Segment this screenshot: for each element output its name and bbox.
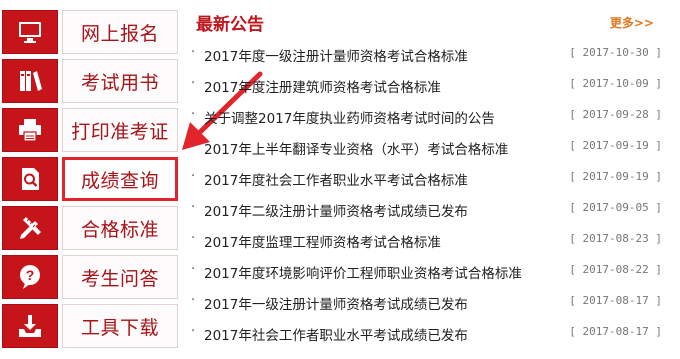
notice-item: · 2017年度社会工作者职业水平考试合格标准 [ 2017-09-19 ]	[190, 165, 670, 196]
nav-exam-books[interactable]: 考试用书	[2, 59, 178, 103]
bullet: ·	[191, 262, 196, 277]
notice-title-link[interactable]: 2017年社会工作者职业水平考试成绩已发布	[204, 324, 468, 344]
notice-title-link[interactable]: 2017年度社会工作者职业水平考试合格标准	[204, 169, 468, 189]
question-bubble-icon: ?	[2, 255, 58, 299]
nav-label: 工具下载	[62, 304, 178, 348]
nav-label: 成绩查询	[62, 157, 178, 201]
notice-date: [ 2017-08-23 ]	[569, 232, 662, 245]
notice-title-link[interactable]: 2017年度注册建筑师资格考试合格标准	[204, 76, 441, 96]
notice-title-link[interactable]: 2017年度环境影响评价工程师职业资格考试合格标准	[204, 262, 522, 282]
notice-date: [ 2017-09-05 ]	[569, 201, 662, 214]
pencil-ruler-icon	[2, 206, 58, 250]
nav-label: 网上报名	[62, 10, 178, 54]
nav-label: 考生问答	[62, 255, 178, 299]
monitor-icon	[2, 10, 58, 54]
section-title: 最新公告	[196, 15, 264, 35]
bullet: ·	[191, 293, 196, 308]
notice-date: [ 2017-09-19 ]	[569, 139, 662, 152]
nav-tool-download[interactable]: 工具下载	[2, 304, 178, 348]
bullet: ·	[191, 200, 196, 215]
notice-date: [ 2017-09-19 ]	[569, 170, 662, 183]
notice-date: [ 2017-08-17 ]	[569, 294, 662, 307]
bullet: ·	[191, 231, 196, 246]
notice-title-link[interactable]: 2017年上半年翻译专业资格（水平）考试合格标准	[204, 138, 508, 158]
notice-item: · 2017年一级注册计量师资格考试成绩已发布 [ 2017-08-17 ]	[190, 289, 670, 320]
nav-label: 打印准考证	[62, 108, 178, 152]
notice-item: · 2017年度监理工程师资格考试合格标准 [ 2017-08-23 ]	[190, 227, 670, 258]
bullet: ·	[191, 107, 196, 122]
nav-candidate-qa[interactable]: ? 考生问答	[2, 255, 178, 299]
notice-date: [ 2017-08-22 ]	[569, 263, 662, 276]
nav-online-registration[interactable]: 网上报名	[2, 10, 178, 54]
nav-label: 考试用书	[62, 59, 178, 103]
search-document-icon	[2, 157, 58, 201]
notice-date: [ 2017-09-28 ]	[569, 108, 662, 121]
notice-item: · 2017年度环境影响评价工程师职业资格考试合格标准 [ 2017-08-22 ]	[190, 258, 670, 289]
notice-date: [ 2017-08-17 ]	[569, 325, 662, 338]
notice-item: · 2017年社会工作者职业水平考试成绩已发布 [ 2017-08-17 ]	[190, 320, 670, 351]
notice-panel: 最新公告 更多>> · 2017年度一级注册计量师资格考试合格标准 [ 2017-1…	[190, 8, 670, 344]
printer-icon	[2, 108, 58, 152]
more-link[interactable]: 更多>>	[610, 14, 654, 31]
nav-print-admission[interactable]: 打印准考证	[2, 108, 178, 152]
bullet: ·	[191, 76, 196, 91]
bullet: ·	[191, 169, 196, 184]
notice-item: · 关于调整2017年度执业药师资格考试时间的公告 [ 2017-09-28 ]	[190, 103, 670, 134]
notice-date: [ 2017-10-09 ]	[569, 77, 662, 90]
svg-text:?: ?	[26, 267, 35, 283]
notice-title-link[interactable]: 2017年二级注册计量师资格考试成绩已发布	[204, 200, 468, 220]
notice-header: 最新公告 更多>>	[190, 8, 670, 36]
nav-pass-standard[interactable]: 合格标准	[2, 206, 178, 250]
bullet: ·	[191, 45, 196, 60]
notice-title-link[interactable]: 2017年度监理工程师资格考试合格标准	[204, 231, 441, 251]
notice-item: · 2017年度注册建筑师资格考试合格标准 [ 2017-10-09 ]	[190, 72, 670, 103]
notice-item: · 2017年上半年翻译专业资格（水平）考试合格标准 [ 2017-09-19 ]	[190, 134, 670, 165]
bullet: ·	[191, 138, 196, 153]
bullet: ·	[191, 324, 196, 339]
notice-title-link[interactable]: 2017年一级注册计量师资格考试成绩已发布	[204, 293, 468, 313]
notice-item: · 2017年二级注册计量师资格考试成绩已发布 [ 2017-09-05 ]	[190, 196, 670, 227]
books-icon	[2, 59, 58, 103]
nav-score-query[interactable]: 成绩查询	[2, 157, 178, 201]
notice-item: · 2017年度一级注册计量师资格考试合格标准 [ 2017-10-30 ]	[190, 41, 670, 72]
download-tray-icon	[2, 304, 58, 348]
notice-date: [ 2017-10-30 ]	[569, 46, 662, 59]
notice-title-link[interactable]: 2017年度一级注册计量师资格考试合格标准	[204, 45, 468, 65]
nav-label: 合格标准	[62, 206, 178, 250]
notice-title-link[interactable]: 关于调整2017年度执业药师资格考试时间的公告	[204, 107, 495, 127]
